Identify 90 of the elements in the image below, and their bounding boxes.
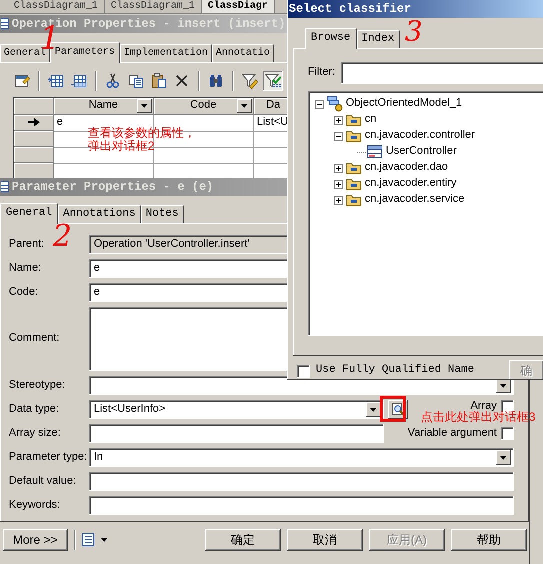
column-header[interactable]: Code (154, 98, 254, 115)
text-field[interactable] (89, 496, 514, 515)
dialog-button[interactable]: 帮助 (451, 529, 527, 551)
field-label: Stereotype: (9, 378, 66, 392)
dialog-button[interactable]: 取消 (287, 529, 363, 551)
dropdown-button[interactable] (137, 99, 152, 113)
tree-item[interactable]: cn.javacoder.dao (365, 161, 448, 175)
expand-icon[interactable] (334, 180, 343, 188)
field-label: Default value: (9, 474, 78, 488)
tab[interactable]: Implementation (120, 44, 212, 62)
combo-box[interactable]: List<UserInfo> (89, 400, 384, 419)
column-title: Code (190, 99, 217, 113)
folder-icon (346, 130, 362, 142)
annotation-numeral: 2 (53, 222, 72, 252)
tree-item[interactable]: ObjectOrientedModel_1 (346, 97, 462, 111)
document-tab[interactable]: ClassDiagram_1 (8, 0, 106, 13)
expand-icon[interactable] (334, 116, 343, 124)
dropdown-button[interactable] (237, 99, 252, 113)
dialog-button[interactable]: 确定 (205, 529, 281, 551)
field-label: Array size: (9, 426, 62, 440)
class-icon (367, 145, 383, 159)
checkbox-label: Array (470, 400, 497, 412)
copy-icon[interactable] (128, 73, 144, 89)
funnel-pencil-icon[interactable] (242, 73, 258, 89)
insert-row-icon[interactable] (48, 73, 64, 89)
document-tab[interactable]: ClassDiagr (202, 0, 276, 13)
field-label: Code: (9, 286, 40, 300)
field-label: Name: (9, 262, 42, 276)
binoculars-icon[interactable] (208, 73, 224, 89)
cut-icon[interactable] (105, 73, 121, 89)
field-label: Parent: (9, 238, 46, 252)
checkbox-label: Variable argument (408, 426, 497, 440)
window-title: Parameter Properties - e (e) (12, 180, 214, 194)
window-title: Select classifier (289, 2, 412, 16)
properties-icon[interactable] (14, 73, 30, 89)
caret-icon[interactable] (141, 104, 148, 108)
field-label: Keywords: (9, 498, 62, 512)
column-title: Da (266, 99, 281, 113)
tab[interactable]: General (0, 203, 58, 224)
checkbox[interactable] (297, 364, 310, 378)
folder-icon (346, 194, 362, 206)
add-row-icon[interactable] (71, 73, 87, 89)
caret-icon[interactable] (241, 104, 248, 108)
highlight-frame (380, 396, 406, 422)
arrow-icon (28, 118, 40, 127)
tree-item[interactable]: cn (365, 113, 377, 127)
tree-item[interactable]: cn.javacoder.controller (365, 129, 476, 143)
text-field[interactable] (89, 472, 514, 491)
paste-icon[interactable] (151, 73, 167, 89)
folder-icon (346, 114, 362, 126)
delete-icon[interactable] (174, 73, 190, 89)
window-icon (1, 18, 9, 30)
tab[interactable]: Annotations (58, 205, 141, 223)
checkbox[interactable] (501, 427, 514, 440)
dialog-button[interactable]: More >> (3, 529, 68, 551)
filter-field[interactable] (340, 62, 543, 84)
column-header[interactable]: Da (254, 98, 287, 115)
folder-icon (346, 178, 362, 190)
checkbox[interactable] (501, 400, 514, 413)
filter-label: Filter: (308, 66, 336, 80)
header-corner (14, 98, 54, 115)
page-icon[interactable] (82, 533, 95, 547)
combo-box[interactable]: In (89, 448, 514, 467)
field-label: Data type: (9, 402, 60, 416)
magnifier-icon (392, 403, 404, 416)
tree-item[interactable]: cn.javacoder.entiry (365, 177, 457, 191)
field-label: Comment: (9, 332, 61, 346)
tree-item[interactable]: cn.javacoder.service (365, 193, 465, 207)
field-label: Parameter type: (9, 450, 88, 464)
annotation-numeral: 3 (405, 18, 423, 46)
checkbox-label: Use Fully Qualified Name (316, 364, 474, 378)
expand-icon[interactable] (334, 196, 343, 204)
column-header[interactable]: Name (54, 98, 154, 115)
tab[interactable]: Browse (305, 28, 357, 49)
text-field[interactable] (89, 424, 384, 443)
tab[interactable]: Annotatio (212, 44, 274, 62)
model-icon (327, 96, 343, 112)
tree-item[interactable]: UserController (386, 145, 457, 159)
collapse-icon[interactable] (334, 132, 343, 140)
caret-icon[interactable] (101, 538, 108, 542)
collapse-icon[interactable] (315, 100, 324, 108)
tab[interactable]: Notes (140, 205, 184, 223)
row-header[interactable] (14, 115, 54, 131)
annotation-note: 查看该参数的属性，弹出对话框2 (88, 127, 197, 152)
window-icon (1, 181, 9, 193)
table-cell-text: e (56, 115, 64, 130)
expand-icon[interactable] (334, 164, 343, 172)
tab[interactable]: Index (356, 30, 400, 48)
folder-icon (346, 162, 362, 174)
column-title: Name (88, 99, 118, 113)
